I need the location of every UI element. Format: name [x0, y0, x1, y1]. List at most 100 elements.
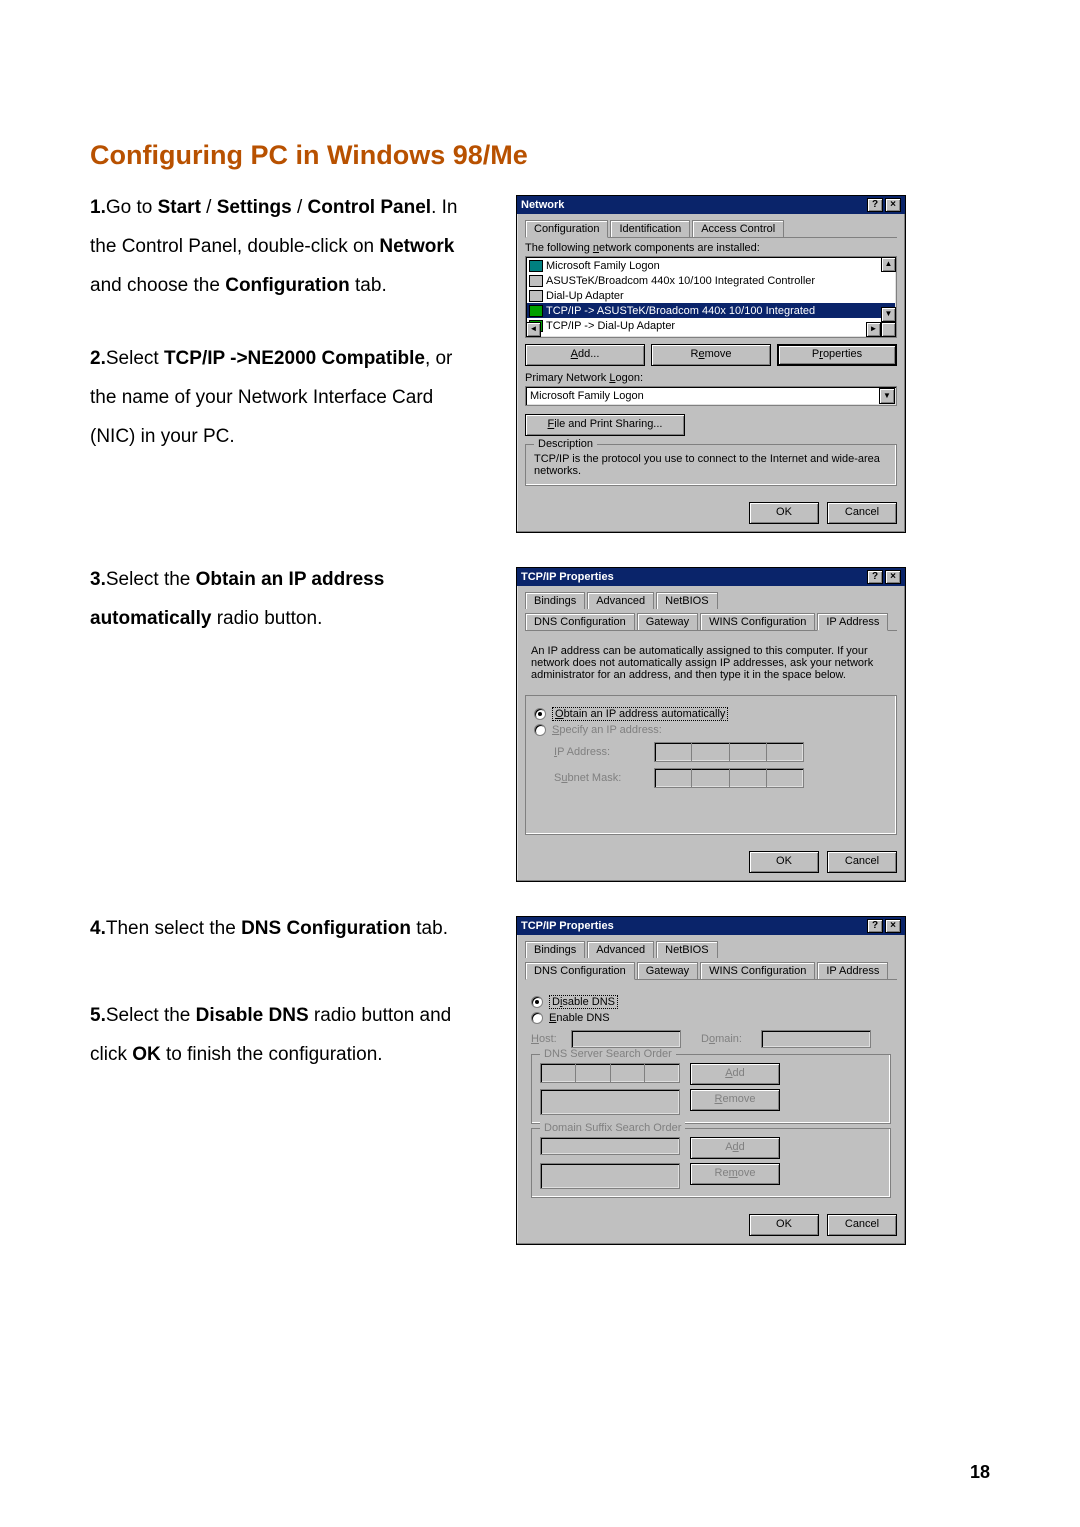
subnet-mask-field	[654, 768, 804, 788]
step-5: 5.Select the Disable DNS radio button an…	[90, 997, 480, 1075]
tab-dns-config[interactable]: DNS Configuration	[525, 613, 635, 630]
radio-obtain-auto[interactable]	[534, 708, 546, 720]
ip-info-text: An IP address can be automatically assig…	[525, 635, 897, 691]
step-2: 2.Select TCP/IP ->NE2000 Compatible, or …	[90, 340, 480, 457]
remove-button[interactable]: Remove	[651, 344, 771, 366]
tab-advanced[interactable]: Advanced	[587, 941, 654, 958]
description-text: TCP/IP is the protocol you use to connec…	[534, 453, 888, 477]
adapter-icon	[529, 290, 543, 302]
host-label: Host:	[531, 1033, 571, 1045]
scroll-down-icon[interactable]: ▼	[881, 307, 896, 322]
ok-button[interactable]: OK	[749, 502, 819, 524]
tab-wins-config[interactable]: WINS Configuration	[700, 613, 815, 630]
dns-ip-field	[540, 1063, 680, 1083]
protocol-icon	[529, 305, 543, 317]
step-2-num: 2.	[90, 348, 106, 369]
tab-configuration[interactable]: Configuration	[525, 220, 608, 238]
list-item-label: Microsoft Family Logon	[546, 260, 660, 272]
primary-logon-label: Primary Network Logon:	[525, 372, 897, 384]
radio-disable-dns-label: Disable DNS	[549, 995, 618, 1009]
client-icon	[529, 260, 543, 272]
tab-gateway[interactable]: Gateway	[637, 962, 698, 979]
tab-bindings[interactable]: Bindings	[525, 941, 585, 958]
tcpip-dialog-ip: TCP/IP Properties ? × Bindings Advanced …	[516, 567, 906, 882]
tab-netbios[interactable]: NetBIOS	[656, 941, 717, 958]
list-item-label: ASUSTeK/Broadcom 440x 10/100 Integrated …	[546, 275, 815, 287]
primary-logon-value: Microsoft Family Logon	[530, 390, 644, 402]
step-4-num: 4.	[90, 918, 106, 939]
help-icon[interactable]: ?	[867, 198, 883, 212]
primary-logon-combo[interactable]: Microsoft Family Logon ▼	[525, 386, 897, 406]
tab-wins-config[interactable]: WINS Configuration	[700, 962, 815, 979]
list-item-label: TCP/IP -> Dial-Up Adapter	[546, 320, 675, 332]
domain-suffix-order-label: Domain Suffix Search Order	[540, 1122, 685, 1134]
radio-enable-dns-label: Enable DNS	[549, 1012, 610, 1024]
host-input	[571, 1030, 681, 1048]
ip-address-field	[654, 742, 804, 762]
step-3: 3.Select the Obtain an IP address automa…	[90, 561, 480, 639]
dns-add-button: Add	[690, 1063, 780, 1085]
step-1: 1.Go to Start / Settings / Control Panel…	[90, 189, 480, 306]
cancel-button[interactable]: Cancel	[827, 502, 897, 524]
list-item-label: Dial-Up Adapter	[546, 290, 624, 302]
ok-button[interactable]: OK	[749, 851, 819, 873]
cancel-button[interactable]: Cancel	[827, 1214, 897, 1236]
scroll-right-icon[interactable]: ►	[866, 322, 881, 337]
domain-label: Domain:	[701, 1033, 761, 1045]
close-icon[interactable]: ×	[885, 919, 901, 933]
dns-remove-button: Remove	[690, 1089, 780, 1111]
ok-button[interactable]: OK	[749, 1214, 819, 1236]
step-1-num: 1.	[90, 197, 106, 218]
add-button[interactable]: Add...	[525, 344, 645, 366]
radio-specify[interactable]	[534, 724, 546, 736]
description-label: Description	[534, 438, 597, 450]
radio-obtain-auto-label: Obtain an IP address automatically	[552, 707, 728, 721]
close-icon[interactable]: ×	[885, 198, 901, 212]
scroll-up-icon[interactable]: ▲	[881, 257, 896, 272]
help-icon[interactable]: ?	[867, 570, 883, 584]
tcpip-dialog-dns: TCP/IP Properties ? × Bindings Advanced …	[516, 916, 906, 1245]
page-number: 18	[970, 1462, 990, 1483]
tab-ip-address[interactable]: IP Address	[817, 613, 888, 631]
components-list[interactable]: Microsoft Family Logon ASUSTeK/Broadcom …	[525, 256, 897, 338]
suffix-list	[540, 1163, 680, 1189]
tab-advanced[interactable]: Advanced	[587, 592, 654, 609]
installed-components-label: The following network components are ins…	[525, 242, 897, 254]
radio-disable-dns[interactable]	[531, 996, 543, 1008]
tab-netbios[interactable]: NetBIOS	[656, 592, 717, 609]
page-heading: Configuring PC in Windows 98/Me	[90, 140, 990, 171]
suffix-add-button: Add	[690, 1137, 780, 1159]
tcpip-dialog-title: TCP/IP Properties	[521, 571, 614, 583]
network-dialog-title: Network	[521, 199, 564, 211]
scroll-thumb[interactable]	[881, 322, 896, 337]
dns-list	[540, 1089, 680, 1115]
tab-gateway[interactable]: Gateway	[637, 613, 698, 630]
suffix-input	[540, 1137, 680, 1155]
step-5-num: 5.	[90, 1005, 106, 1026]
suffix-remove-button: Remove	[690, 1163, 780, 1185]
close-icon[interactable]: ×	[885, 570, 901, 584]
step-3-num: 3.	[90, 569, 106, 590]
list-item-label: TCP/IP -> ASUSTeK/Broadcom 440x 10/100 I…	[546, 305, 815, 317]
radio-enable-dns[interactable]	[531, 1012, 543, 1024]
file-print-sharing-button[interactable]: File and Print Sharing...	[525, 414, 685, 436]
tab-access-control[interactable]: Access Control	[692, 220, 784, 237]
properties-button[interactable]: Properties	[777, 344, 897, 366]
tab-bindings[interactable]: Bindings	[525, 592, 585, 609]
tcpip-dialog-title: TCP/IP Properties	[521, 920, 614, 932]
step-4: 4.Then select the DNS Configuration tab.	[90, 910, 480, 949]
domain-input	[761, 1030, 871, 1048]
radio-specify-label: Specify an IP address:	[552, 724, 662, 736]
tab-dns-config[interactable]: DNS Configuration	[525, 962, 635, 980]
network-dialog: Network ? × Configuration Identification…	[516, 195, 906, 533]
help-icon[interactable]: ?	[867, 919, 883, 933]
cancel-button[interactable]: Cancel	[827, 851, 897, 873]
dns-server-order-label: DNS Server Search Order	[540, 1048, 676, 1060]
adapter-icon	[529, 275, 543, 287]
tab-identification[interactable]: Identification	[610, 220, 690, 237]
ip-address-label: IP Address:	[554, 746, 654, 758]
chevron-down-icon[interactable]: ▼	[879, 388, 895, 404]
tab-ip-address[interactable]: IP Address	[817, 962, 888, 979]
subnet-mask-label: Subnet Mask:	[554, 772, 654, 784]
scroll-left-icon[interactable]: ◄	[526, 322, 541, 337]
